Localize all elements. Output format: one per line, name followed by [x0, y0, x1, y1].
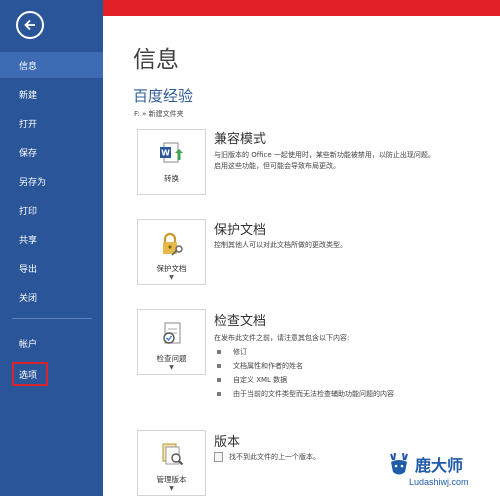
info-panel: 信息 百度经验 F: » 新建文件夹 W 转换 兼容模式 与旧版本的 Offic…	[103, 16, 500, 496]
bullet-icon	[217, 392, 221, 396]
desc-line: 在发布此文件之前，请注意其包含以下内容:	[214, 334, 350, 342]
check-issues-button[interactable]: 检查问题 ▼	[137, 309, 206, 375]
bullet-icon	[217, 350, 221, 354]
sidebar-item-label: 共享	[19, 235, 38, 246]
watermark-logo: 鹿大师 Ludashiwj.com	[383, 450, 498, 494]
compat-mode-title: 兼容模式	[214, 132, 267, 147]
sidebar-item-print[interactable]: 打印	[0, 197, 103, 223]
manage-versions-button-label: 管理版本	[156, 475, 187, 484]
sidebar-divider	[12, 318, 92, 319]
sidebar-item-label: 打印	[19, 206, 38, 217]
sidebar-item-save-as[interactable]: 另存为	[0, 168, 103, 194]
chevron-down-icon: ▼	[169, 364, 174, 371]
document-icon	[214, 452, 223, 462]
check-issues-button-label: 检查问题	[156, 354, 187, 363]
sidebar-item-label: 帐户	[19, 339, 38, 350]
document-path[interactable]: F: » 新建文件夹	[134, 109, 184, 119]
desc-line: 与旧版本的 Office 一起使用时，某些新功能被禁用，以防止出现问题。	[214, 151, 435, 159]
sidebar-item-label: 关闭	[19, 293, 38, 304]
lock-key-icon	[157, 229, 187, 259]
versions-desc: 找不到此文件的上一个版本。	[229, 453, 320, 461]
options-highlight-box	[12, 362, 48, 386]
bullet-icon	[217, 378, 221, 382]
watermark-subtitle: Ludashiwj.com	[409, 477, 469, 487]
compat-mode-desc: 与旧版本的 Office 一起使用时，某些新功能被禁用，以防止出现问题。 启用这…	[214, 150, 494, 172]
list-item: 文档属性和作者的姓名	[217, 359, 394, 373]
word-convert-icon: W	[157, 139, 187, 169]
sidebar-item-label: 信息	[19, 61, 38, 72]
list-item-text: 自定义 XML 数据	[233, 376, 288, 384]
sidebar-item-label: 新建	[19, 90, 38, 101]
watermark-title: 鹿大师	[415, 456, 464, 475]
backstage-view: 信息 新建 打开 保存 另存为 打印 共享 导出 关闭 帐户 选项 信息 百度经…	[0, 0, 500, 496]
list-item: 修订	[217, 345, 394, 359]
list-item: 由于当前的文件类型而无法检查辅助功能问题的内容	[217, 387, 394, 401]
sidebar-item-export[interactable]: 导出	[0, 255, 103, 281]
sidebar-item-label: 导出	[19, 264, 38, 275]
desc-line: 控制其他人可以对此文档所做的更改类型。	[214, 241, 347, 249]
list-item: 自定义 XML 数据	[217, 373, 394, 387]
convert-button[interactable]: W 转换	[137, 129, 206, 195]
versions-status: 找不到此文件的上一个版本。	[214, 452, 320, 462]
protect-document-button-label: 保护文档	[156, 264, 187, 273]
sidebar-item-close[interactable]: 关闭	[0, 284, 103, 310]
page-title: 信息	[133, 47, 179, 73]
versions-title: 版本	[214, 435, 241, 450]
inspect-document-icon	[157, 319, 187, 349]
list-item-text: 修订	[233, 348, 247, 356]
sidebar-item-open[interactable]: 打开	[0, 110, 103, 136]
sidebar-item-share[interactable]: 共享	[0, 226, 103, 252]
protect-document-title: 保护文档	[214, 223, 267, 238]
document-name: 百度经验	[133, 87, 194, 105]
backstage-sidebar: 信息 新建 打开 保存 另存为 打印 共享 导出 关闭 帐户 选项	[0, 0, 103, 496]
list-item-text: 文档属性和作者的姓名	[233, 362, 303, 370]
protect-document-desc: 控制其他人可以对此文档所做的更改类型。	[214, 240, 494, 251]
protect-document-button[interactable]: 保护文档 ▼	[137, 219, 206, 285]
inspect-document-title: 检查文档	[214, 314, 267, 329]
back-arrow-icon	[24, 19, 35, 31]
title-bar	[103, 0, 500, 16]
inspect-items-list: 修订 文档属性和作者的姓名 自定义 XML 数据 由于当前的文件类型而无法检查辅…	[217, 345, 394, 401]
manage-versions-button[interactable]: 管理版本 ▼	[137, 430, 206, 496]
inspect-document-desc: 在发布此文件之前，请注意其包含以下内容:	[214, 333, 494, 344]
bullet-icon	[217, 364, 221, 368]
list-item-text: 由于当前的文件类型而无法检查辅助功能问题的内容	[233, 390, 394, 398]
convert-button-label: 转换	[164, 174, 179, 183]
deer-icon	[390, 452, 408, 475]
sidebar-item-account[interactable]: 帐户	[0, 330, 103, 356]
svg-text:W: W	[161, 149, 170, 158]
sidebar-item-new[interactable]: 新建	[0, 81, 103, 107]
sidebar-item-label: 保存	[19, 148, 38, 159]
sidebar-item-info[interactable]: 信息	[0, 52, 103, 78]
chevron-down-icon: ▼	[169, 274, 174, 281]
sidebar-item-label: 打开	[19, 119, 38, 130]
sidebar-item-save[interactable]: 保存	[0, 139, 103, 165]
sidebar-item-label: 另存为	[19, 177, 47, 188]
desc-line: 启用这些功能，但可能会导致布局更改。	[214, 162, 340, 170]
back-button[interactable]	[16, 11, 44, 39]
version-search-icon	[157, 440, 187, 470]
chevron-down-icon: ▼	[169, 485, 174, 492]
